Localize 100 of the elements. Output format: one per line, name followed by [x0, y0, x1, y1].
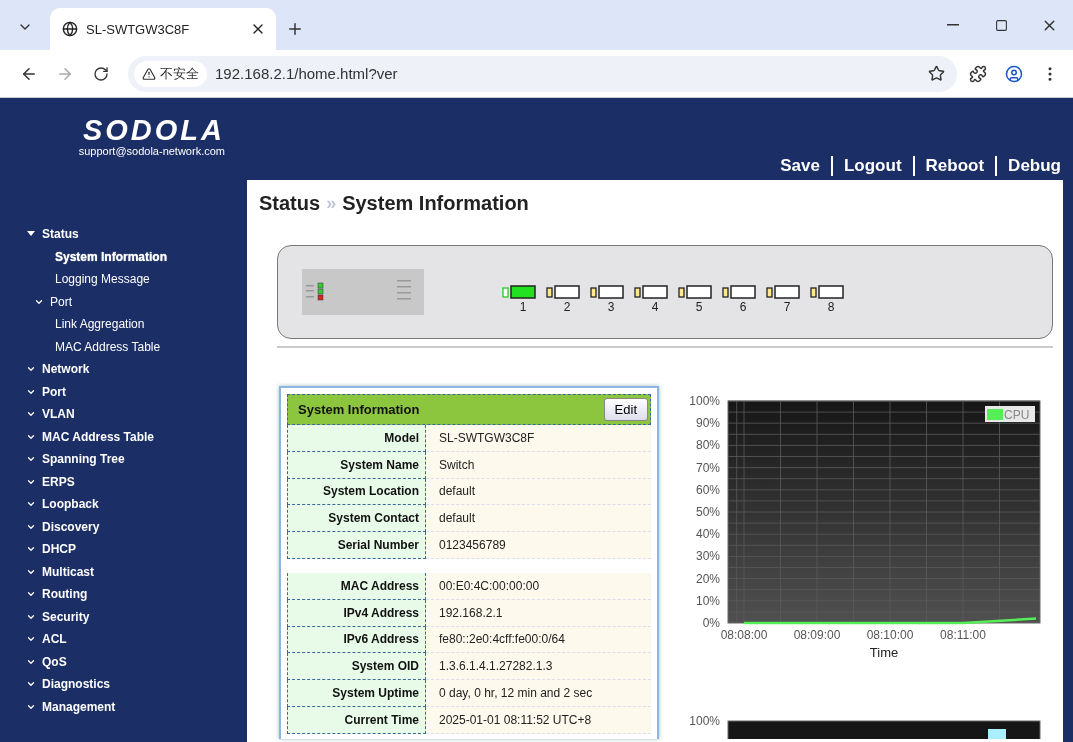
- sidebar-item[interactable]: Logging Message: [0, 268, 247, 291]
- support-email: support@sodola-network.com: [78, 145, 225, 157]
- ethernet-port-icon[interactable]: [722, 284, 756, 299]
- reload-icon: [93, 65, 109, 82]
- field-value: 192.168.2.1: [426, 599, 651, 627]
- sidebar-item[interactable]: Routing: [0, 583, 247, 606]
- minimize-icon: [947, 24, 959, 26]
- sidebar-item[interactable]: Port: [0, 290, 247, 313]
- x-tick-label: 08:08:00: [720, 628, 768, 642]
- field-value: fe80::2e0:4cff:fe00:0/64: [426, 626, 651, 654]
- field-label: IPv4 Address: [287, 599, 426, 627]
- y-tick-label: 0%: [702, 616, 720, 630]
- sidebar-item[interactable]: System Information: [0, 245, 247, 268]
- y-tick-label: 70%: [695, 460, 720, 475]
- edit-button[interactable]: Edit: [603, 398, 648, 421]
- ethernet-port-icon[interactable]: [810, 284, 844, 299]
- browser-tab[interactable]: SL-SWTGW3C8F: [50, 8, 276, 50]
- sidebar-item[interactable]: Management: [0, 695, 247, 718]
- header-link[interactable]: Reboot: [914, 156, 996, 176]
- maximize-icon: [994, 18, 1008, 32]
- sidebar-item[interactable]: Network: [0, 358, 247, 381]
- field-label: Serial Number: [287, 532, 426, 559]
- ethernet-port-icon[interactable]: [502, 284, 536, 299]
- header-link[interactable]: Debug: [997, 156, 1061, 176]
- field-value: default: [426, 505, 651, 533]
- breadcrumb-item: System Information: [342, 192, 529, 215]
- field-value: 0 day, 0 hr, 12 min and 2 sec: [426, 680, 651, 707]
- sidebar-item[interactable]: ACL: [0, 628, 247, 651]
- sidebar-item[interactable]: QoS: [0, 650, 247, 673]
- sidebar-item[interactable]: Port: [0, 380, 247, 403]
- sidebar-item[interactable]: ERPS: [0, 470, 247, 493]
- sidebar-item[interactable]: MAC Address Table: [0, 335, 247, 358]
- port-number: 3: [606, 299, 615, 314]
- field-value: Switch: [426, 451, 651, 479]
- field-label: System OID: [287, 653, 426, 681]
- sidebar-item[interactable]: Spanning Tree: [0, 448, 247, 471]
- ethernet-port-icon[interactable]: [546, 284, 580, 299]
- ethernet-port-icon[interactable]: [634, 284, 668, 299]
- field-label: IPv6 Address: [287, 626, 426, 654]
- field-value: 1.3.6.1.4.1.27282.1.3: [426, 653, 651, 681]
- y-tick-label: 100%: [689, 394, 720, 408]
- sidebar-item[interactable]: Loopback: [0, 493, 247, 516]
- port-number: 7: [782, 299, 791, 314]
- warning-icon: [142, 66, 156, 81]
- x-tick-label: 08:09:00: [793, 628, 841, 642]
- sidebar-item[interactable]: Link Aggregation: [0, 313, 247, 336]
- sidebar-item[interactable]: Diagnostics: [0, 673, 247, 696]
- field-label: System Name: [287, 451, 426, 479]
- y-tick-label: 10%: [695, 593, 720, 608]
- port-number: 8: [826, 299, 835, 314]
- port-number: 1: [518, 299, 527, 314]
- header-link[interactable]: Logout: [832, 156, 913, 176]
- header-link[interactable]: Save: [769, 156, 831, 176]
- y-tick-label: 100%: [689, 714, 720, 728]
- port-number: 2: [562, 299, 571, 314]
- ethernet-port-icon[interactable]: [678, 284, 712, 299]
- field-value: 0123456789: [426, 532, 651, 559]
- sidebar-item[interactable]: DHCP: [0, 538, 247, 561]
- sidebar-item[interactable]: VLAN: [0, 403, 247, 426]
- sidebar-item[interactable]: Security: [0, 605, 247, 628]
- sidebar-item[interactable]: Multicast: [0, 560, 247, 583]
- chart-legend: CPU: [985, 406, 1035, 422]
- y-tick-label: 30%: [695, 549, 720, 564]
- legend-swatch: [988, 729, 1006, 739]
- logo: SODOLA: [82, 115, 225, 145]
- port-number: 6: [738, 299, 747, 314]
- field-value: default: [426, 478, 651, 506]
- sidebar-item[interactable]: Status: [0, 223, 247, 246]
- x-tick-label: 08:11:00: [940, 628, 986, 642]
- breadcrumb-item[interactable]: Status: [259, 192, 321, 215]
- globe-icon: [62, 21, 78, 37]
- sidebar-item[interactable]: Discovery: [0, 515, 247, 538]
- field-label: System Contact: [287, 505, 426, 533]
- ethernet-port-icon[interactable]: [590, 284, 624, 299]
- panel-header: System Information Edit: [287, 394, 651, 425]
- field-value: 2025-01-01 08:11:52 UTC+8: [426, 706, 651, 734]
- y-tick-label: 20%: [695, 571, 720, 586]
- y-tick-label: 90%: [695, 416, 720, 431]
- field-label: MAC Address: [287, 573, 426, 600]
- field-label: System Uptime: [287, 680, 426, 707]
- field-label: System Location: [287, 478, 426, 506]
- address-bar[interactable]: 不安全 192.168.2.1/home.html?ver: [128, 55, 957, 92]
- x-axis-title: Time: [869, 645, 899, 660]
- y-tick-label: 50%: [695, 505, 720, 519]
- breadcrumb-separator: »: [326, 193, 337, 214]
- y-tick-label: 60%: [695, 482, 720, 497]
- field-label: Current Time: [287, 706, 426, 734]
- plus-icon: [286, 20, 304, 38]
- field-value: 00:E0:4C:00:00:00: [426, 573, 651, 600]
- port-number: 5: [694, 299, 703, 314]
- sidebar-item[interactable]: MAC Address Table: [0, 425, 247, 448]
- legend-label: CPU: [1004, 408, 1030, 422]
- y-tick-label: 80%: [695, 438, 720, 453]
- y-tick-label: 40%: [695, 527, 720, 542]
- field-label: Model: [287, 425, 426, 452]
- ethernet-port-icon[interactable]: [766, 284, 800, 299]
- security-chip[interactable]: 不安全: [134, 60, 207, 87]
- port-number: 4: [650, 299, 659, 314]
- field-value: SL-SWTGW3C8F: [426, 425, 651, 452]
- x-tick-label: 08:10:00: [866, 628, 914, 642]
